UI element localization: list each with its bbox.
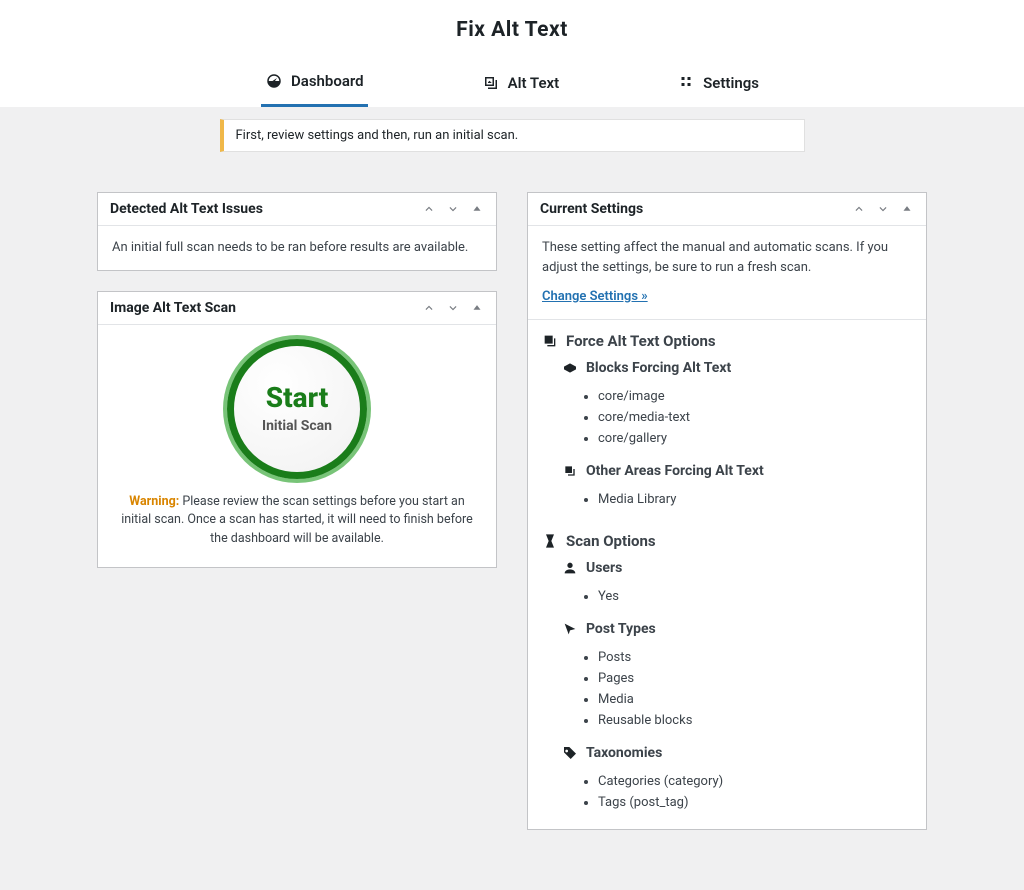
move-down-icon[interactable] <box>446 301 460 315</box>
scan-icon <box>542 533 558 549</box>
tabs: Dashboard Alt Text Settings <box>0 62 1024 107</box>
list-item: core/gallery <box>598 428 912 449</box>
toggle-collapse-icon[interactable] <box>470 301 484 315</box>
scan-header: Scan Options <box>566 532 656 550</box>
box-scan: Image Alt Text Scan Start Initial Scan W… <box>97 291 497 568</box>
tab-label: Alt Text <box>508 74 560 92</box>
tax-header: Taxonomies <box>586 745 662 761</box>
other-areas-header: Other Areas Forcing Alt Text <box>586 463 764 479</box>
blocks-list: core/image core/media-text core/gallery <box>598 382 912 453</box>
list-item: Reusable blocks <box>598 710 912 731</box>
tab-label: Dashboard <box>291 72 364 90</box>
tax-list: Categories (category) Tags (post_tag) <box>598 767 912 817</box>
box-title: Image Alt Text Scan <box>110 300 236 316</box>
tab-settings[interactable]: Settings <box>673 62 763 107</box>
force-header: Force Alt Text Options <box>566 332 716 350</box>
tab-label: Settings <box>703 74 759 92</box>
other-areas-list: Media Library <box>598 485 912 514</box>
start-scan-button[interactable]: Start Initial Scan <box>227 339 367 479</box>
box-detected-issues: Detected Alt Text Issues An initial full… <box>97 192 497 271</box>
toggle-collapse-icon[interactable] <box>900 202 914 216</box>
list-item: Media <box>598 689 912 710</box>
move-up-icon[interactable] <box>422 301 436 315</box>
start-label-sub: Initial Scan <box>262 418 332 434</box>
alttext-icon <box>482 74 500 92</box>
tab-alttext[interactable]: Alt Text <box>478 62 564 107</box>
posttypes-header: Post Types <box>586 621 656 637</box>
posttypes-icon <box>562 621 578 637</box>
move-up-icon[interactable] <box>422 202 436 216</box>
list-item: Yes <box>598 586 912 607</box>
list-item: Posts <box>598 647 912 668</box>
issues-body: An initial full scan needs to be ran bef… <box>112 238 482 258</box>
change-settings-link[interactable]: Change Settings » <box>542 289 648 304</box>
box-current-settings: Current Settings These setting affect th… <box>527 192 927 830</box>
box-title: Current Settings <box>540 201 643 217</box>
move-up-icon[interactable] <box>852 202 866 216</box>
start-label-main: Start <box>266 384 329 412</box>
move-down-icon[interactable] <box>446 202 460 216</box>
list-item: Media Library <box>598 489 912 510</box>
page-title: Fix Alt Text <box>0 18 1024 42</box>
settings-icon <box>677 74 695 92</box>
dashboard-icon <box>265 72 283 90</box>
list-item: Categories (category) <box>598 771 912 792</box>
move-down-icon[interactable] <box>876 202 890 216</box>
posttypes-list: Posts Pages Media Reusable blocks <box>598 643 912 735</box>
list-item: Tags (post_tag) <box>598 792 912 813</box>
blocks-header: Blocks Forcing Alt Text <box>586 360 731 376</box>
list-item: core/image <box>598 386 912 407</box>
blocks-icon <box>562 360 578 376</box>
tab-dashboard[interactable]: Dashboard <box>261 62 368 107</box>
toggle-collapse-icon[interactable] <box>470 202 484 216</box>
tax-icon <box>562 745 578 761</box>
settings-desc: These setting affect the manual and auto… <box>542 238 912 277</box>
scan-warning: Warning: Please review the scan settings… <box>118 493 476 549</box>
notice-banner: First, review settings and then, run an … <box>220 119 805 152</box>
force-icon <box>542 333 558 349</box>
list-item: core/media-text <box>598 407 912 428</box>
list-item: Pages <box>598 668 912 689</box>
users-icon <box>562 560 578 576</box>
box-title: Detected Alt Text Issues <box>110 201 263 217</box>
users-header: Users <box>586 560 622 576</box>
other-areas-icon <box>562 463 578 479</box>
users-list: Yes <box>598 582 912 611</box>
